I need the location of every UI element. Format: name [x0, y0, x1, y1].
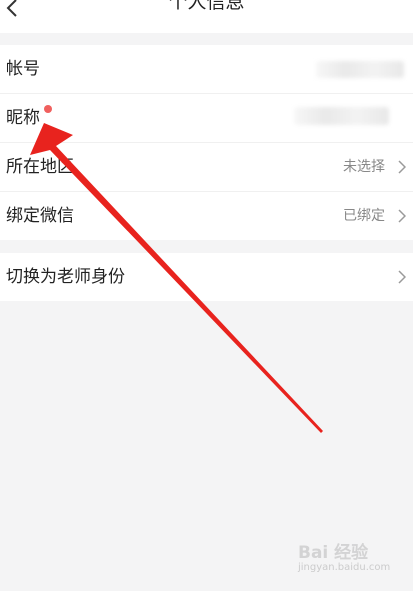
- wechat-label: 绑定微信: [6, 206, 74, 226]
- account-label: 帐号: [6, 59, 40, 79]
- wechat-value: 已绑定: [343, 208, 385, 224]
- wechat-row[interactable]: 绑定微信 已绑定: [0, 192, 413, 240]
- chevron-right-icon: [398, 270, 406, 284]
- chevron-right-icon: [398, 160, 406, 174]
- account-value-redacted: [316, 61, 404, 78]
- region-row[interactable]: 所在地区 未选择: [0, 143, 413, 192]
- switch-role-section: 切换为老师身份: [0, 253, 413, 301]
- switch-teacher-row[interactable]: 切换为老师身份: [0, 253, 413, 301]
- baidu-watermark: Bai 经验 jingyan.baidu.com: [298, 538, 408, 583]
- page-title: 个人信息: [168, 0, 245, 13]
- account-row[interactable]: 帐号: [0, 45, 413, 94]
- nickname-row[interactable]: 昵称: [0, 94, 413, 143]
- region-value: 未选择: [343, 159, 385, 175]
- watermark-logo: Bai 经验: [298, 543, 369, 563]
- region-label: 所在地区: [6, 157, 74, 177]
- header-bar: 个人信息: [0, 0, 413, 33]
- chevron-right-icon: [398, 209, 406, 223]
- nickname-value-redacted: [294, 107, 389, 125]
- nickname-label: 昵称: [6, 108, 40, 128]
- watermark-url: jingyan.baidu.com: [298, 562, 391, 573]
- switch-teacher-label: 切换为老师身份: [6, 267, 125, 287]
- profile-list: 帐号 昵称 所在地区 未选择 绑定微信 已绑定: [0, 45, 413, 240]
- notification-dot: [44, 105, 52, 113]
